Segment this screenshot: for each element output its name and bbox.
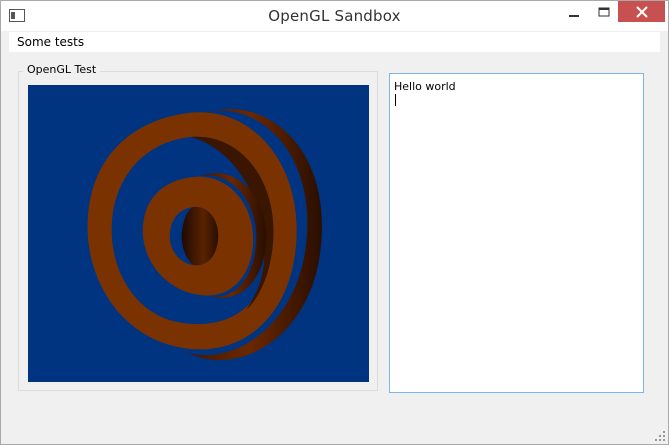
- close-icon: [635, 5, 648, 18]
- close-button[interactable]: [618, 1, 665, 22]
- maximize-button[interactable]: [589, 1, 619, 23]
- size-grip-icon[interactable]: [655, 431, 665, 441]
- gl-scene: [87, 109, 322, 361]
- maximize-icon: [598, 7, 610, 17]
- main-window: OpenGL Sandbox Some tests OpenGL Test He…: [0, 0, 669, 445]
- text-caret: [395, 94, 396, 106]
- minimize-button[interactable]: [559, 1, 589, 23]
- text-edit-content: Hello world: [394, 80, 456, 93]
- menu-bar: Some tests: [9, 32, 660, 53]
- menu-some-tests[interactable]: Some tests: [17, 35, 84, 49]
- group-title: OpenGL Test: [23, 63, 101, 76]
- minimize-icon: [569, 15, 579, 17]
- title-bar[interactable]: OpenGL Sandbox: [1, 1, 668, 31]
- text-edit[interactable]: Hello world: [389, 73, 644, 393]
- opengl-view[interactable]: [28, 85, 369, 382]
- inner-ring: [142, 173, 267, 299]
